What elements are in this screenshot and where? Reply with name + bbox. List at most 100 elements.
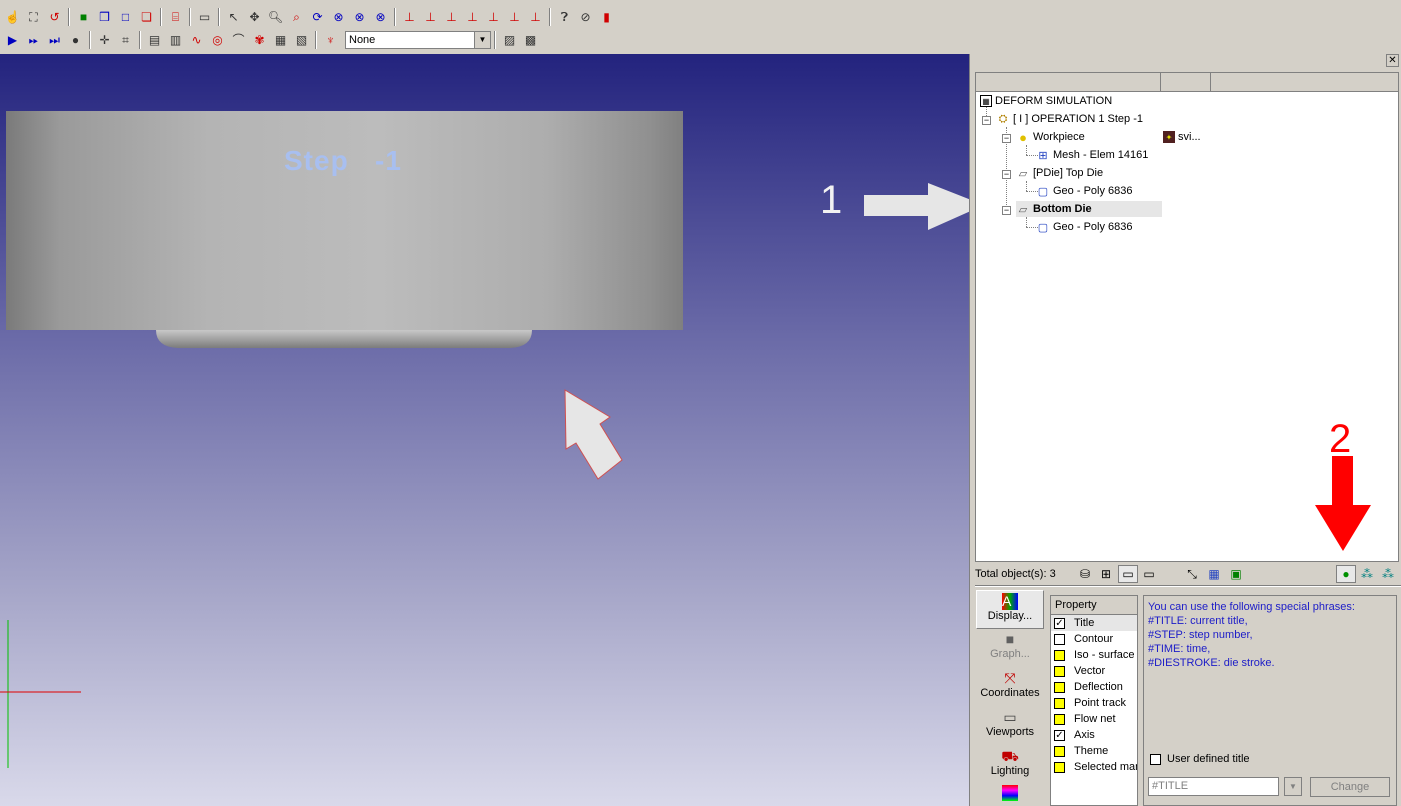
checkbox[interactable]: ✓: [1054, 617, 1065, 629]
property-item[interactable]: ✓ Axis: [1051, 727, 1137, 743]
view-x-minus-icon[interactable]: ⊥: [420, 6, 441, 27]
property-item[interactable]: Selected mar: [1051, 759, 1137, 775]
tree-node-top-die[interactable]: ▱ [PDie] Top Die: [1016, 165, 1103, 181]
mesh-view-icon[interactable]: ⊞: [1096, 565, 1116, 583]
category-viewports[interactable]: ▭ Viewports: [976, 707, 1044, 746]
tree-column-header[interactable]: [976, 73, 1161, 92]
pan-icon[interactable]: ✥: [244, 6, 265, 27]
tree-column-header[interactable]: [1161, 73, 1211, 92]
wire-cube-icon[interactable]: ❒: [94, 6, 115, 27]
legend-icon[interactable]: ▨: [499, 29, 520, 50]
undo-view-icon[interactable]: ↺: [44, 6, 65, 27]
all-objects-icon[interactable]: ⁂: [1378, 565, 1398, 583]
outline-cube-icon[interactable]: □: [115, 6, 136, 27]
collapse-icon[interactable]: −: [1002, 134, 1011, 143]
collapse-icon[interactable]: −: [1002, 206, 1011, 215]
checkbox[interactable]: [1054, 761, 1065, 773]
tree-node-mesh[interactable]: ⊞ Mesh - Elem 14161: [1036, 147, 1148, 163]
property-item[interactable]: Flow net: [1051, 711, 1137, 727]
property-item[interactable]: Contour: [1051, 631, 1137, 647]
tree-node-operation[interactable]: ⛭ [ I ] OPERATION 1 Step -1: [996, 111, 1143, 127]
property-item[interactable]: Iso - surface: [1051, 647, 1137, 663]
stop-icon[interactable]: ⊘: [575, 6, 596, 27]
user-defined-title-option[interactable]: User defined title: [1150, 753, 1250, 765]
display-mode-icon[interactable]: ▭: [1118, 565, 1138, 583]
category-display[interactable]: A Display...: [976, 590, 1044, 629]
fit-icon[interactable]: ⛶: [23, 6, 44, 27]
color-icon[interactable]: [1002, 785, 1018, 801]
curve-icon[interactable]: ⌒: [228, 29, 249, 50]
contour-icon[interactable]: ◎: [207, 29, 228, 50]
tree-node-bottom-die-geo[interactable]: ▢ Geo - Poly 6836: [1036, 219, 1133, 235]
legend-settings-icon[interactable]: ▩: [520, 29, 541, 50]
checkbox[interactable]: [1054, 649, 1065, 661]
play-icon[interactable]: ▶: [2, 29, 23, 50]
collapse-icon[interactable]: −: [982, 116, 991, 125]
multi-object-icon[interactable]: ⁂: [1357, 565, 1377, 583]
ruler-icon[interactable]: ▭: [194, 6, 215, 27]
display-mode-alt-icon[interactable]: ▭: [1139, 565, 1159, 583]
property-item[interactable]: Theme: [1051, 743, 1137, 759]
object-props-icon[interactable]: ⛁: [1075, 565, 1095, 583]
material-icon[interactable]: ✾: [249, 29, 270, 50]
bar-chart-icon[interactable]: ▥: [165, 29, 186, 50]
pointer-icon[interactable]: ☝: [2, 6, 23, 27]
fast-forward-icon[interactable]: ⏩︎: [23, 29, 44, 50]
state-variable-icon[interactable]: ♆: [320, 29, 341, 50]
tree-node-top-die-geo[interactable]: ▢ Geo - Poly 6836: [1036, 183, 1133, 199]
view-y-minus-icon[interactable]: ⊥: [462, 6, 483, 27]
zoom-box-icon[interactable]: ⌕: [286, 6, 307, 27]
checkbox[interactable]: [1054, 697, 1065, 709]
exit-icon[interactable]: ▮: [596, 6, 617, 27]
category-lighting[interactable]: ⛟ Lighting: [976, 746, 1044, 785]
single-object-icon[interactable]: ●: [1336, 565, 1356, 583]
view-x-plus-icon[interactable]: ⊥: [399, 6, 420, 27]
view-y-plus-icon[interactable]: ⊥: [441, 6, 462, 27]
checkbox[interactable]: [1054, 681, 1065, 693]
category-graph[interactable]: ■ Graph...: [976, 629, 1044, 668]
chevron-down-icon[interactable]: ▼: [1284, 777, 1302, 796]
point-track-icon[interactable]: ✛: [94, 29, 115, 50]
report-icon[interactable]: ▧: [291, 29, 312, 50]
rotate-icon[interactable]: ⟳: [307, 6, 328, 27]
view-iso-icon[interactable]: ⊥: [525, 6, 546, 27]
checkbox[interactable]: ✓: [1054, 729, 1065, 741]
red-cube-icon[interactable]: ❏: [136, 6, 157, 27]
tree-node-workpiece[interactable]: ● Workpiece: [1016, 129, 1085, 145]
change-button[interactable]: Change: [1310, 777, 1390, 797]
graphics-viewport[interactable]: Step -1 1: [0, 54, 969, 806]
tree-node-root[interactable]: ▦ DEFORM SIMULATION: [980, 93, 1112, 109]
view-z-minus-icon[interactable]: ⊥: [504, 6, 525, 27]
solid-cube-icon[interactable]: ■: [73, 6, 94, 27]
rotate-z-icon[interactable]: ⊗: [370, 6, 391, 27]
category-coordinates[interactable]: ⤧ Coordinates: [976, 668, 1044, 707]
collapse-icon[interactable]: −: [1002, 170, 1011, 179]
transform-icon[interactable]: ⤡: [1182, 565, 1202, 583]
close-icon[interactable]: ✕: [1386, 54, 1399, 67]
flow-net-icon[interactable]: ⌗: [115, 29, 136, 50]
screenshot-icon[interactable]: ▣: [1226, 565, 1246, 583]
variable-select[interactable]: None ▼: [345, 30, 491, 49]
checkbox[interactable]: [1054, 665, 1065, 677]
property-item[interactable]: ✓ Title: [1051, 615, 1137, 631]
record-icon[interactable]: ●: [65, 29, 86, 50]
chevron-down-icon[interactable]: ▼: [474, 31, 490, 48]
cylinder-icon[interactable]: ⌸: [165, 6, 186, 27]
view-z-plus-icon[interactable]: ⊥: [483, 6, 504, 27]
summary-icon[interactable]: ▤: [144, 29, 165, 50]
last-step-icon[interactable]: ⏭︎: [44, 29, 65, 50]
checkbox[interactable]: [1054, 745, 1065, 757]
grid-icon[interactable]: ▦: [1204, 565, 1224, 583]
tree-node-material[interactable]: ✦ svi...: [1163, 129, 1201, 145]
select-arrow-icon[interactable]: ↖: [223, 6, 244, 27]
tree-column-header[interactable]: [1211, 73, 1398, 92]
zoom-icon[interactable]: 🔍︎: [265, 6, 286, 27]
property-header[interactable]: Property: [1051, 596, 1137, 615]
user-defined-title-checkbox[interactable]: [1150, 753, 1161, 765]
tree-node-bottom-die[interactable]: ▱ Bottom Die: [1016, 201, 1162, 217]
checkbox[interactable]: [1054, 633, 1065, 645]
rotate-y-icon[interactable]: ⊗: [349, 6, 370, 27]
property-item[interactable]: Point track: [1051, 695, 1137, 711]
help-icon[interactable]: ❓︎: [554, 6, 575, 27]
property-item[interactable]: Deflection: [1051, 679, 1137, 695]
